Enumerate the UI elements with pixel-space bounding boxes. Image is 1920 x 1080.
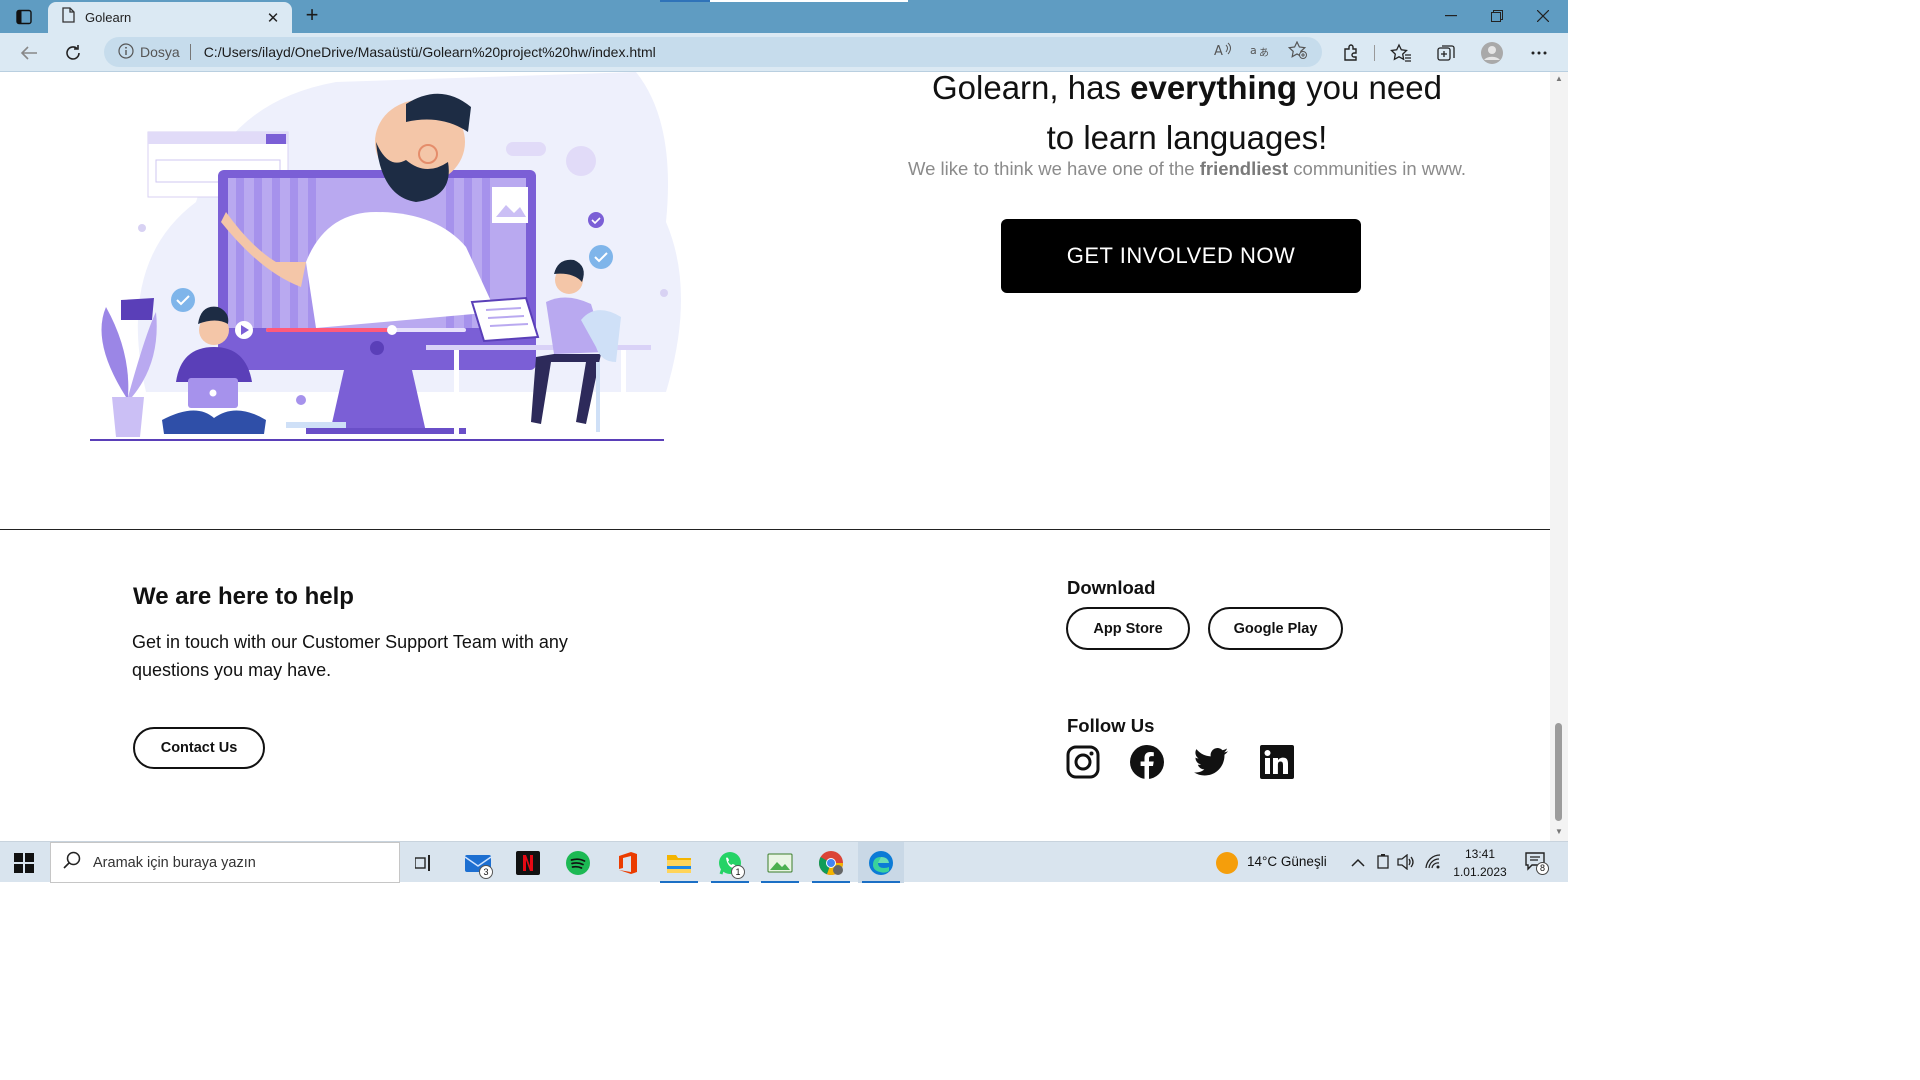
- notification-count: 8: [1536, 862, 1549, 875]
- tab-actions-icon[interactable]: [12, 6, 36, 28]
- scroll-thumb[interactable]: [1555, 723, 1562, 821]
- image-viewer-icon[interactable]: [757, 842, 803, 883]
- get-involved-button[interactable]: GET INVOLVED NOW: [1001, 219, 1361, 293]
- weather-text[interactable]: 14°C Güneşli: [1247, 854, 1327, 869]
- hero-subtitle-part1: We like to think we have one of the: [908, 158, 1200, 179]
- whatsapp-icon[interactable]: 1: [707, 842, 753, 883]
- clock-time: 13:41: [1464, 847, 1496, 861]
- address-separator: [189, 44, 191, 60]
- drag-strip: [710, 0, 908, 2]
- twitter-icon[interactable]: [1193, 744, 1229, 780]
- netflix-icon[interactable]: [505, 842, 551, 883]
- address-prefix: Dosya: [140, 44, 180, 60]
- online-learning-illustration: [90, 72, 681, 441]
- hero-subtitle-part2: communities in www.: [1288, 158, 1466, 179]
- task-view-icon[interactable]: [401, 842, 447, 883]
- toolbar-separator: [1374, 45, 1375, 61]
- refresh-icon[interactable]: [60, 40, 86, 66]
- contact-us-button[interactable]: Contact Us: [133, 727, 265, 769]
- edge-icon[interactable]: [858, 842, 904, 883]
- instagram-icon[interactable]: [1065, 744, 1101, 780]
- clock-date: 1.01.2023: [1453, 865, 1507, 879]
- help-text: Get in touch with our Customer Support T…: [132, 632, 568, 680]
- notifications-icon[interactable]: 8: [1524, 851, 1550, 875]
- add-favorite-icon[interactable]: [1287, 40, 1308, 64]
- address-actions: A aあ: [1214, 40, 1308, 64]
- battery-device-icon[interactable]: [1376, 854, 1390, 875]
- info-icon[interactable]: [118, 42, 134, 62]
- section-divider: [0, 529, 1550, 530]
- mail-badge: 3: [479, 865, 493, 879]
- hero-subtitle: We like to think we have one of the frie…: [870, 158, 1504, 180]
- follow-title: Follow Us: [1067, 715, 1155, 736]
- extensions-icon[interactable]: [1339, 41, 1363, 65]
- taskbar-search[interactable]: Aramak için buraya yazın: [50, 842, 400, 883]
- facebook-icon[interactable]: [1129, 744, 1165, 780]
- svg-text:a: a: [1250, 44, 1257, 57]
- browser-tab-bar: Golearn ✕ +: [0, 0, 1568, 33]
- close-tab-icon[interactable]: ✕: [264, 9, 282, 27]
- hero-subtitle-bold: friendliest: [1199, 158, 1289, 179]
- profile-avatar-icon[interactable]: [1480, 41, 1504, 65]
- help-title: We are here to help: [133, 583, 354, 610]
- hero-title: Golearn, has everything you need to lear…: [880, 72, 1494, 163]
- windows-start-icon[interactable]: [14, 853, 34, 873]
- mail-icon[interactable]: 3: [455, 842, 501, 883]
- close-window-icon[interactable]: [1520, 4, 1566, 28]
- read-aloud-icon[interactable]: A: [1214, 42, 1232, 63]
- wifi-icon[interactable]: [1424, 854, 1442, 875]
- hero-title-bold: everything: [1130, 72, 1298, 106]
- translate-icon[interactable]: aあ: [1250, 42, 1270, 63]
- tray-chevron-icon[interactable]: [1351, 855, 1365, 873]
- office-icon[interactable]: [605, 842, 651, 883]
- clock[interactable]: 13:41 1.01.2023: [1452, 845, 1508, 881]
- drag-strip: [660, 0, 710, 2]
- app-store-button[interactable]: App Store: [1066, 607, 1190, 650]
- file-explorer-icon[interactable]: [656, 842, 702, 883]
- linkedin-icon[interactable]: [1259, 744, 1295, 780]
- page-viewport: Golearn, has everything you need to lear…: [0, 72, 1550, 841]
- svg-text:A: A: [1214, 44, 1223, 58]
- url-text[interactable]: C:/Users/ilayd/OneDrive/Masaüstü/Golearn…: [204, 44, 1214, 60]
- tab-title: Golearn: [85, 10, 132, 25]
- address-bar[interactable]: Dosya C:/Users/ilayd/OneDrive/Masaüstü/G…: [104, 37, 1322, 67]
- back-icon[interactable]: [16, 40, 42, 66]
- more-menu-icon[interactable]: [1527, 41, 1551, 65]
- search-icon: [63, 851, 81, 874]
- search-placeholder: Aramak için buraya yazın: [93, 854, 256, 871]
- restore-icon[interactable]: [1474, 4, 1520, 28]
- svg-text:あ: あ: [1259, 47, 1269, 58]
- new-tab-icon[interactable]: +: [300, 4, 324, 28]
- collections-icon[interactable]: [1434, 41, 1458, 65]
- chrome-icon[interactable]: [808, 842, 854, 883]
- hero-title-line2: to learn languages!: [1046, 119, 1328, 156]
- weather-sun-icon[interactable]: [1216, 852, 1238, 874]
- scroll-down-icon[interactable]: ▼: [1554, 827, 1564, 836]
- address-toolbar: Dosya C:/Users/ilayd/OneDrive/Masaüstü/G…: [0, 33, 1568, 72]
- hero-title-part2: you need: [1297, 72, 1442, 106]
- minimize-icon[interactable]: [1428, 4, 1474, 28]
- spotify-icon[interactable]: [555, 842, 601, 883]
- volume-icon[interactable]: [1397, 853, 1415, 875]
- hero-title-part1: Golearn, has: [932, 72, 1131, 106]
- scroll-up-icon[interactable]: ▲: [1554, 74, 1564, 83]
- page-scrollbar[interactable]: ▲ ▼: [1550, 72, 1568, 841]
- google-play-button[interactable]: Google Play: [1208, 607, 1343, 650]
- download-title: Download: [1067, 577, 1156, 598]
- page-icon: [62, 7, 75, 28]
- favorites-icon[interactable]: [1389, 41, 1413, 65]
- windows-taskbar: Aramak için buraya yazın 3 1 14°C Güneşl…: [0, 841, 1568, 883]
- whatsapp-badge: 1: [731, 865, 745, 879]
- tab-golearn[interactable]: Golearn ✕: [48, 2, 292, 33]
